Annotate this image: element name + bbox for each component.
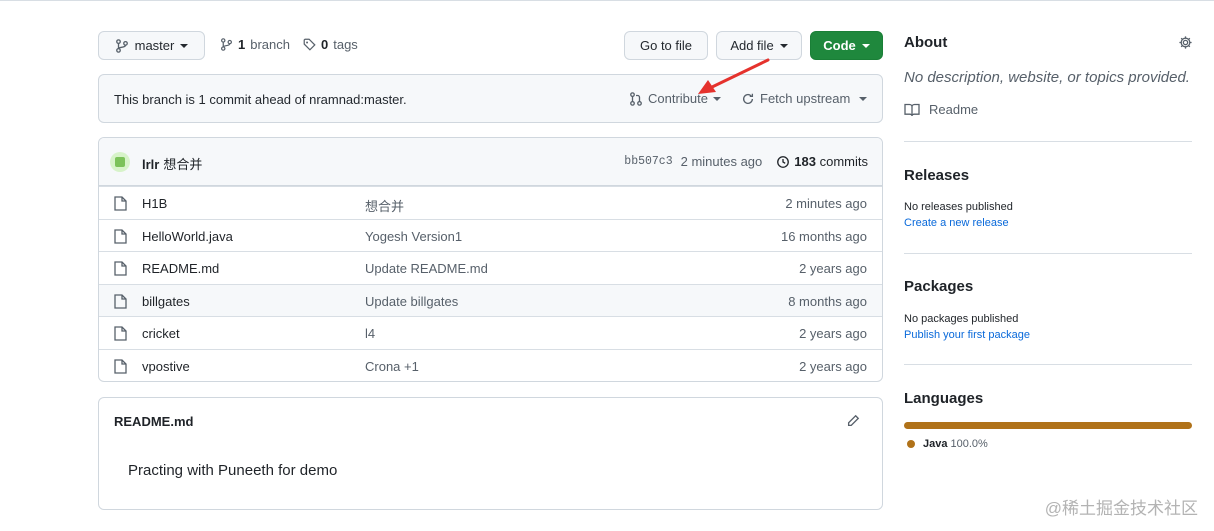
file-icon [114,261,127,276]
go-to-file-label: Go to file [639,38,693,53]
avatar[interactable] [110,152,130,172]
code-label: Code [823,38,856,53]
readme-panel: README.md Practing with Puneeth for demo [98,397,883,510]
tag-icon [303,38,316,51]
commit-label: commits [819,154,868,169]
top-divider [0,0,1214,1]
annotation-arrow-icon [698,58,770,94]
file-commit-message[interactable]: Yogesh Version1 [365,229,462,244]
branch-select-button[interactable]: master [98,31,205,60]
packages-heading[interactable]: Packages [904,278,973,295]
branch-count: 1 [238,37,246,52]
add-file-label: Add file [730,38,774,53]
commit-count: 183 [794,154,816,169]
language-bar [904,422,1192,429]
commits-link[interactable]: 183 commits [794,154,868,169]
file-name[interactable]: README.md [142,261,219,276]
code-button[interactable]: Code [810,31,883,60]
file-row-vpostive[interactable]: vpostive Crona +1 2 years ago [99,349,882,381]
file-age: 2 years ago [799,326,867,341]
commit-summary: lrlr 想合并 [142,154,202,173]
commit-author[interactable]: lrlr [142,157,159,172]
file-name[interactable]: vpostive [142,359,190,374]
gear-icon[interactable] [1178,35,1193,50]
releases-heading[interactable]: Releases [904,167,969,184]
file-commit-message[interactable]: Crona +1 [365,359,419,374]
language-item-java[interactable]: Java 100.0% [907,438,988,450]
publish-package-link[interactable]: Publish your first package [904,329,1030,341]
tag-count: 0 [321,37,329,52]
file-commit-message[interactable]: Update billgates [365,294,458,309]
file-icon [114,196,127,211]
file-row-billgates[interactable]: billgates Update billgates 8 months ago [99,284,882,317]
file-age: 2 minutes ago [785,196,867,211]
language-name: Java [923,438,948,450]
file-row-h1b[interactable]: H1B 想合并 2 minutes ago [99,186,882,219]
chevron-down-icon [859,96,868,101]
file-icon [114,229,127,244]
file-name[interactable]: billgates [142,294,190,309]
readme-link[interactable]: Readme [904,102,978,117]
commit-message[interactable]: 想合并 [163,157,202,172]
file-age: 2 years ago [799,261,867,276]
releases-empty-text: No releases published [904,201,1013,213]
file-row-cricket[interactable]: cricket l4 2 years ago [99,316,882,349]
git-branch-icon [115,38,128,53]
readme-content: Practing with Puneeth for demo [128,462,338,479]
commit-meta: bb507c3 2 minutes ago 183 commits [624,154,868,169]
watermark: @稀土掘金技术社区 [1044,499,1198,518]
packages-empty-text: No packages published [904,313,1019,325]
chevron-down-icon [861,43,870,48]
git-branch-icon [221,38,232,51]
file-age: 8 months ago [788,294,867,309]
latest-commit-bar: lrlr 想合并 bb507c3 2 minutes ago 183 commit… [99,138,882,186]
sidebar-divider [904,141,1192,142]
branches-link[interactable]: 1 branch [220,37,290,52]
branch-name: master [134,38,175,53]
file-list: lrlr 想合并 bb507c3 2 minutes ago 183 commit… [98,137,883,382]
readme-link-label: Readme [929,102,979,117]
book-icon [904,103,920,116]
commit-sha[interactable]: bb507c3 [624,155,672,168]
file-age: 16 months ago [780,229,867,244]
file-icon [114,326,127,341]
create-release-link[interactable]: Create a new release [904,217,1009,229]
tags-link[interactable]: 0 tags [303,37,358,52]
about-heading: About [904,34,948,51]
branch-label: branch [250,37,290,52]
language-color-dot [907,440,915,448]
pencil-icon[interactable] [846,414,860,428]
file-name[interactable]: HelloWorld.java [142,229,233,244]
chevron-down-icon [779,43,788,48]
languages-heading: Languages [904,390,984,407]
file-icon [114,359,127,374]
sidebar-divider [904,364,1192,365]
ahead-message: This branch is 1 commit ahead of nramnad… [114,92,407,107]
language-percent: 100.0% [950,438,988,450]
about-description: No description, website, or topics provi… [904,69,1190,86]
file-row-helloworld[interactable]: HelloWorld.java Yogesh Version1 16 month… [99,219,882,252]
history-icon [777,155,790,168]
file-name[interactable]: H1B [142,196,167,211]
chevron-down-icon [180,43,189,48]
sidebar-divider [904,253,1192,254]
tag-label: tags [333,37,358,52]
commit-time: 2 minutes ago [680,154,763,169]
file-age: 2 years ago [799,359,867,374]
file-row-readme[interactable]: README.md Update README.md 2 years ago [99,251,882,284]
file-commit-message[interactable]: l4 [365,326,375,341]
file-commit-message[interactable]: 想合并 [365,196,404,215]
file-icon [114,294,127,309]
readme-title[interactable]: README.md [114,414,193,429]
file-commit-message[interactable]: Update README.md [365,261,488,276]
pull-request-icon [630,91,642,106]
file-name[interactable]: cricket [142,326,180,341]
